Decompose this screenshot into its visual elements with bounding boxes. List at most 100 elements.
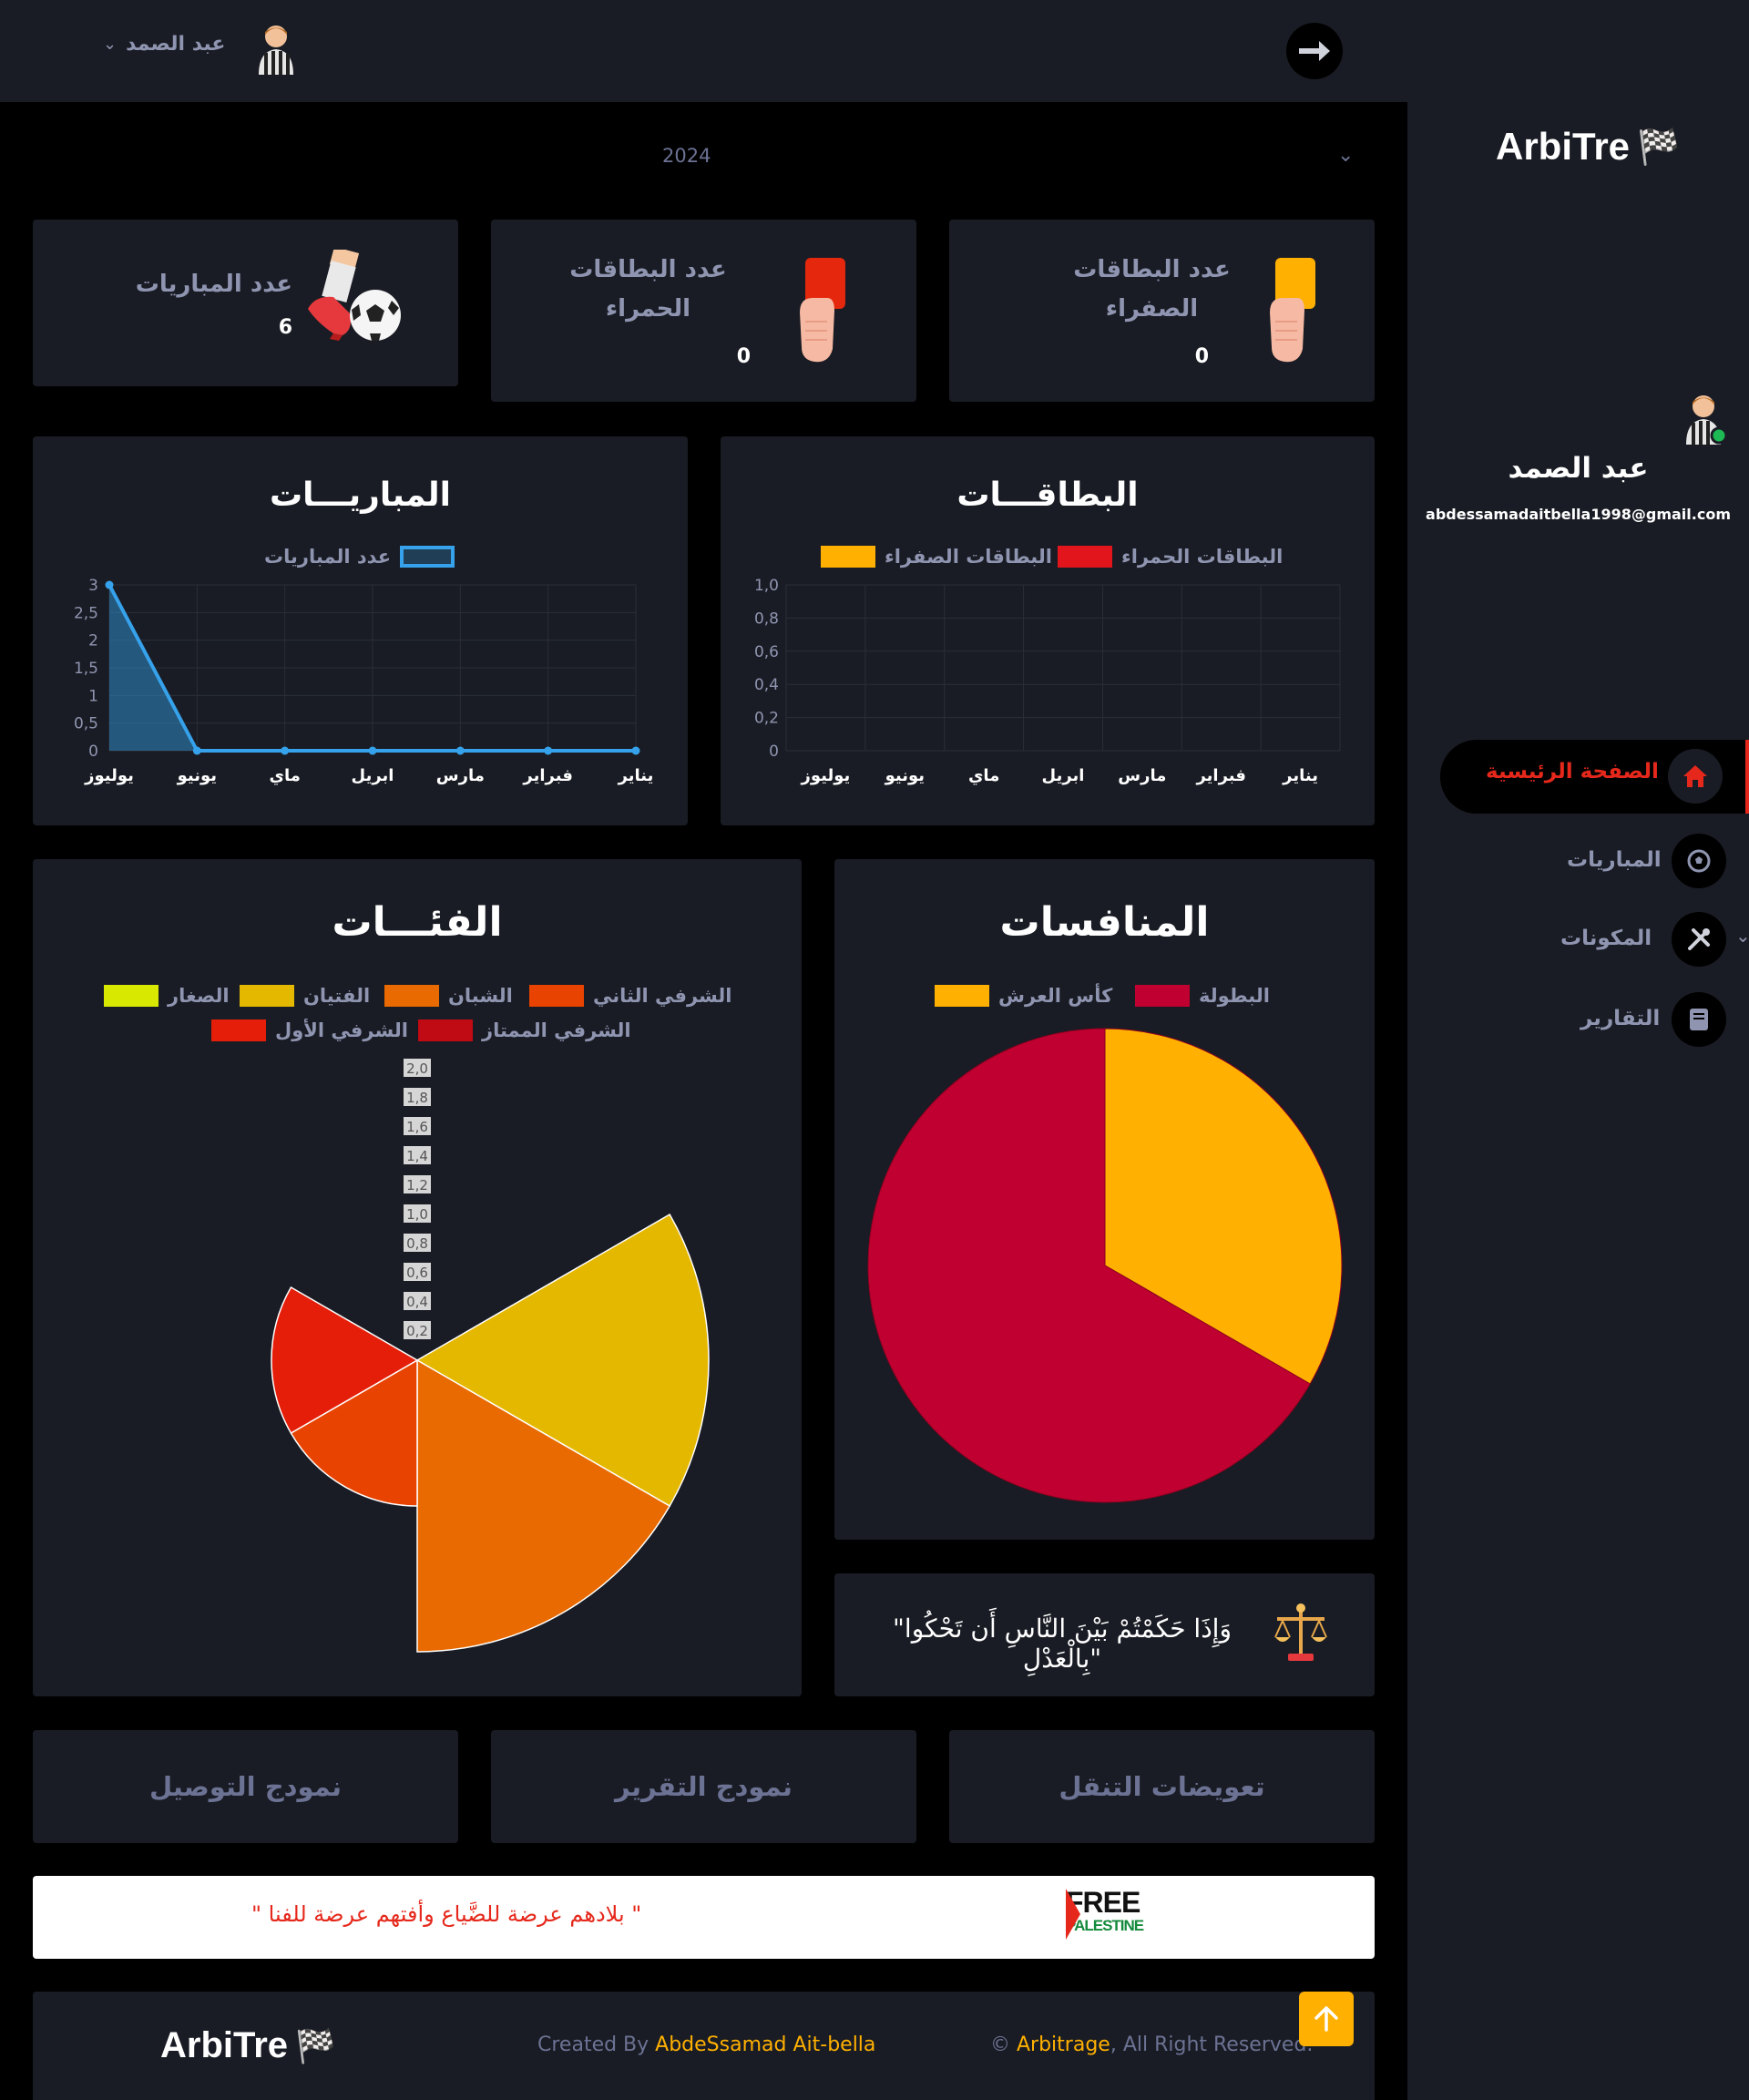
chevron-down-icon: ⌄ xyxy=(1337,144,1355,167)
avatar[interactable] xyxy=(1681,394,1728,446)
y-tick-label: 0,5 xyxy=(74,715,98,733)
back-to-top-button[interactable] xyxy=(1299,1992,1354,2046)
chevron-down-icon[interactable]: ⌄ xyxy=(1735,925,1749,947)
r-tick-label: 0,8 xyxy=(406,1235,428,1252)
matches-line-chart: 0 0,5 1 1,5 2 2,5 3 يناير فبراير مارس ابريل ماي يوني… xyxy=(74,577,654,785)
tools-icon xyxy=(1672,912,1726,967)
checkered-flag-icon: 🏁 xyxy=(1637,126,1681,167)
solidarity-banner: " بلادهم عرضة للضَّياع وأفتهم عرضة للفنا… xyxy=(33,1876,1375,1959)
footer-brand[interactable]: ArbiTre 🏁 xyxy=(160,2025,336,2066)
copyright-prefix: © xyxy=(990,2033,1017,2056)
doc-link-report-template[interactable]: نمودج التقرير xyxy=(491,1730,916,1843)
r-tick-label: 1,8 xyxy=(406,1090,428,1106)
sidebar-item-label: التقارير xyxy=(1580,1007,1661,1030)
sidebar-user-name: عبد الصمد xyxy=(1508,452,1649,485)
doc-link-label: تعويضات التنقل xyxy=(1059,1771,1265,1802)
y-tick-label: 0,8 xyxy=(754,610,779,628)
avatar[interactable] xyxy=(253,24,299,77)
sidebar-item-components[interactable]: المكونات ⌄ xyxy=(1498,912,1749,968)
categories-chart-card: الفئـــات الصغار الفتيان الشبان الشرفي ا… xyxy=(33,859,802,1696)
data-point xyxy=(281,746,290,755)
footer-copyright: © Arbitrage, All Right Reserved. xyxy=(990,2033,1313,2056)
doc-link-travel-allowance[interactable]: تعويضات التنقل xyxy=(949,1730,1375,1843)
red-card-icon xyxy=(800,258,845,363)
y-tick-label: 1,5 xyxy=(74,660,98,678)
x-tick-label: يوليوز xyxy=(801,766,851,785)
free-palestine-logo: FREE PALESTINE xyxy=(1066,1888,1157,1943)
sidebar-item-home[interactable]: الصفحة الرئيسية xyxy=(1440,740,1749,814)
online-status-indicator xyxy=(1710,426,1728,445)
data-point xyxy=(631,746,640,755)
scales-icon xyxy=(1274,1603,1327,1661)
r-tick-label: 0,2 xyxy=(406,1323,428,1339)
x-tick-label: مارس xyxy=(436,766,485,785)
site-link[interactable]: Arbitrage xyxy=(1017,2033,1110,2056)
sidebar-user-email: abdessamadaitbella1998@gmail.com xyxy=(1426,506,1731,523)
stat-card-yellow-cards: عدد البطاقات الصفراء 0 xyxy=(949,220,1375,402)
x-tick-label: ابريل xyxy=(1042,766,1085,785)
y-tick-label: 0 xyxy=(88,743,98,761)
yellow-card-icon xyxy=(1270,258,1315,363)
stat-value: 0 xyxy=(736,345,751,368)
arrow-up-icon xyxy=(1314,2006,1338,2032)
stat-value: 6 xyxy=(278,316,292,339)
x-tick-label: فبراير xyxy=(522,766,572,785)
soccer-kick-icon xyxy=(308,250,401,341)
user-menu-toggle[interactable]: ⌄ عبد الصمد xyxy=(103,33,225,56)
doc-link-label: نمودج التوصيل xyxy=(149,1771,342,1802)
sidebar-item-reports[interactable]: التقارير xyxy=(1498,992,1744,1049)
doc-link-label: نمودج التقرير xyxy=(615,1771,793,1802)
sidebar: ArbiTre 🏁 عبد الصمد abdessamadaitbella19… xyxy=(1407,0,1749,2100)
stat-value: 0 xyxy=(1194,345,1209,368)
user-name: عبد الصمد xyxy=(126,33,226,56)
data-point xyxy=(544,746,553,755)
cards-chart-card: البطاقـــات البطاقات الصفراء البطاقات ال… xyxy=(721,436,1375,825)
r-tick-label: 1,0 xyxy=(406,1206,428,1223)
stat-label: عدد المباريات xyxy=(135,271,292,298)
year-select-value: 2024 xyxy=(662,145,711,167)
y-tick-label: 0,6 xyxy=(754,643,779,661)
y-tick-label: 3 xyxy=(88,577,98,595)
author-link[interactable]: AbdeSsamad Ait-bella xyxy=(655,2033,875,2056)
quote-text: "وَإِذَا حَكَمْتُمْ بَيْنَ النَّاسِ أَن … xyxy=(893,1613,1232,1674)
sidebar-item-matches[interactable]: المباريات xyxy=(1498,834,1744,890)
data-point xyxy=(368,746,377,755)
x-tick-label: فبراير xyxy=(1195,766,1245,785)
doc-link-receipt-template[interactable]: نمودج التوصيل xyxy=(33,1730,458,1843)
x-tick-label: يناير xyxy=(618,766,654,785)
quote-card: "وَإِذَا حَكَمْتُمْ بَيْنَ النَّاسِ أَن … xyxy=(834,1573,1375,1696)
sidebar-item-label: المكونات xyxy=(1560,927,1652,950)
data-point xyxy=(105,580,114,589)
top-navbar: ⌄ عبد الصمد xyxy=(0,0,1407,102)
y-tick-label: 0 xyxy=(769,743,779,761)
brand-text: ArbiTre xyxy=(1496,125,1631,168)
flag-stripe-icon xyxy=(1066,1889,1080,1940)
x-tick-label: مارس xyxy=(1118,766,1166,785)
y-tick-label: 0,4 xyxy=(754,676,779,694)
y-tick-label: 1,0 xyxy=(754,577,779,595)
x-tick-label: ماي xyxy=(968,766,999,785)
year-select[interactable]: 2024 ⌄ xyxy=(0,128,1407,191)
sidebar-toggle-button[interactable] xyxy=(1286,23,1343,79)
sidebar-brand[interactable]: ArbiTre 🏁 xyxy=(1496,125,1680,169)
data-point xyxy=(192,746,201,755)
book-icon xyxy=(1672,992,1726,1047)
sidebar-item-label: الصفحة الرئيسية xyxy=(1486,760,1659,784)
r-tick-label: 0,4 xyxy=(406,1294,428,1310)
x-tick-label: ماي xyxy=(269,766,300,785)
r-tick-label: 1,6 xyxy=(406,1119,428,1135)
x-tick-label: يونيو xyxy=(885,766,925,785)
sidebar-item-label: المباريات xyxy=(1567,848,1662,872)
y-tick-label: 2,5 xyxy=(74,604,98,622)
checkered-flag-icon: 🏁 xyxy=(295,2027,336,2065)
footer: ArbiTre 🏁 Created By AbdeSsamad Ait-bell… xyxy=(33,1992,1375,2100)
competitions-pie-chart xyxy=(867,1028,1343,1503)
credit-prefix: Created By xyxy=(537,2033,656,2056)
x-tick-label: يونيو xyxy=(177,766,217,785)
brand-text: ArbiTre xyxy=(160,2025,289,2065)
soccer-ball-icon xyxy=(1672,834,1726,888)
r-tick-label: 1,2 xyxy=(406,1177,428,1193)
categories-polar-chart: 0,2 0,4 0,6 0,8 1,0 1,2 1,4 1,6 1,8 2,0 xyxy=(271,1059,710,1653)
y-tick-label: 0,2 xyxy=(754,710,779,728)
stat-card-matches: عدد المباريات 6 xyxy=(33,220,458,386)
